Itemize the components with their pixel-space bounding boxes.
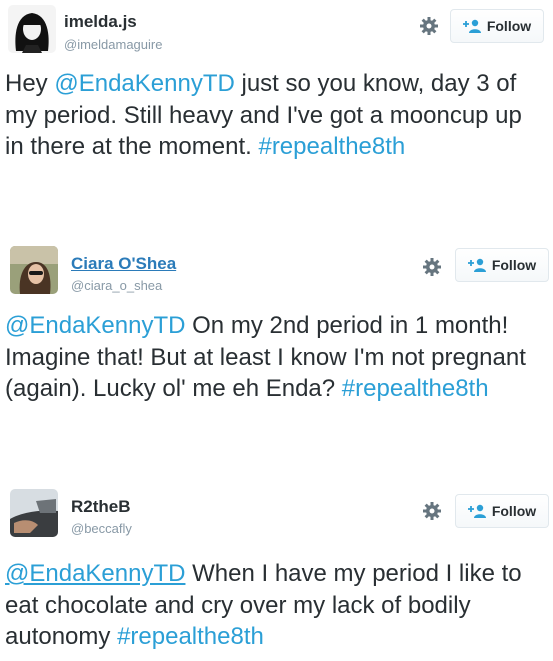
- tweet-text: Hey @EndaKennyTD just so you know, day 3…: [5, 70, 522, 160]
- display-name[interactable]: Ciara O'Shea: [71, 254, 176, 274]
- display-name[interactable]: imelda.js: [64, 12, 137, 32]
- tweet-text: @EndaKennyTD On my 2nd period in 1 month…: [5, 312, 526, 402]
- hashtag-link[interactable]: #repealthe8th: [117, 623, 264, 650]
- add-user-icon: [462, 19, 481, 33]
- gear-icon[interactable]: [421, 500, 443, 522]
- add-user-icon: [467, 504, 486, 518]
- tweet: imelda.js @imeldamaguire Follow Hey @End…: [0, 0, 553, 225]
- follow-label: Follow: [491, 257, 537, 273]
- tweet: Ciara O'Shea @ciara_o_shea Follow @EndaK…: [0, 235, 553, 465]
- follow-label: Follow: [491, 503, 537, 519]
- gear-icon[interactable]: [418, 15, 440, 37]
- follow-button[interactable]: Follow: [455, 494, 549, 528]
- follow-label: Follow: [486, 18, 532, 34]
- gear-icon[interactable]: [421, 256, 443, 278]
- mention-link[interactable]: @EndaKennyTD: [54, 70, 234, 97]
- hashtag-link[interactable]: #repealthe8th: [342, 375, 489, 402]
- tweet-text: @EndaKennyTD When I have my period I lik…: [5, 560, 522, 650]
- tweet: R2theB @beccafly Follow @EndaKennyTD Whe…: [0, 482, 553, 661]
- follow-button[interactable]: Follow: [450, 9, 544, 43]
- avatar[interactable]: [10, 246, 58, 294]
- hashtag-link[interactable]: #repealthe8th: [258, 133, 405, 160]
- display-name[interactable]: R2theB: [71, 497, 131, 517]
- avatar[interactable]: [10, 489, 58, 537]
- username[interactable]: @imeldamaguire: [64, 37, 162, 52]
- mention-link[interactable]: @EndaKennyTD: [5, 312, 185, 339]
- username[interactable]: @ciara_o_shea: [71, 278, 162, 293]
- add-user-icon: [467, 258, 486, 272]
- follow-button[interactable]: Follow: [455, 248, 549, 282]
- mention-link[interactable]: @EndaKennyTD: [5, 560, 185, 587]
- avatar[interactable]: [8, 5, 56, 53]
- username[interactable]: @beccafly: [71, 521, 132, 536]
